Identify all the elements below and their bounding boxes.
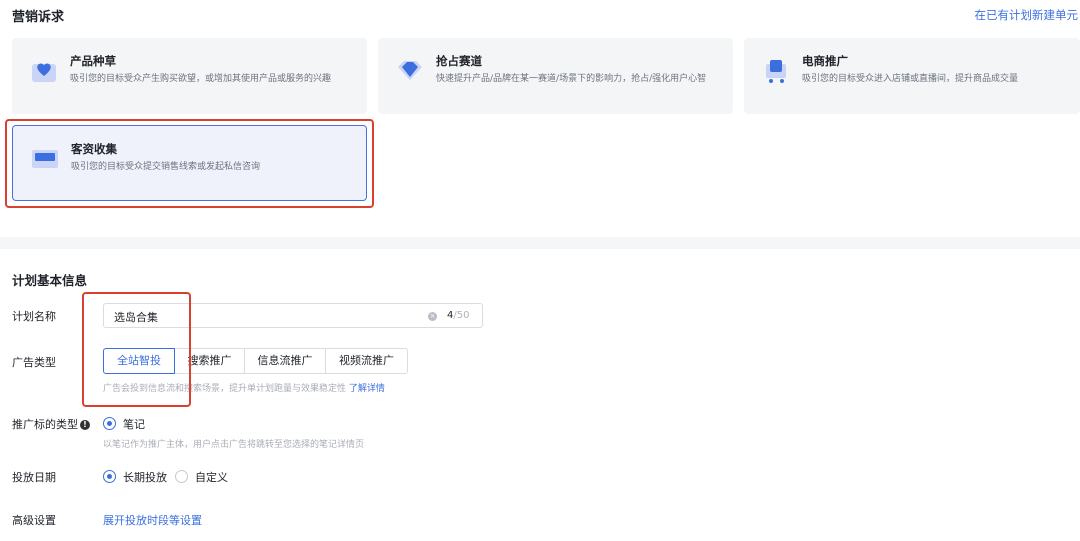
diamond-icon <box>398 61 422 80</box>
ad-type-feed[interactable]: 信息流推广 <box>244 348 326 374</box>
card-seize-track[interactable]: 抢占赛道 快速提升产品/品牌在某一赛道/场景下的影响力，抢占/强化用户心智 <box>378 38 733 114</box>
plan-section-title: 计划基本信息 <box>12 273 88 288</box>
plan-name-label: 计划名称 <box>12 310 56 323</box>
expand-advanced-link[interactable]: 展开投放时段等设置 <box>103 512 202 528</box>
marketing-section: 营销诉求 在已有计划新建单元 产品种草 吸引您的目标受众产生购买欲望，或增加其使… <box>0 0 1080 237</box>
shopping-cart-icon <box>766 60 786 83</box>
card-desc: 吸引您的目标受众产生购买欲望，或增加其使用产品或服务的兴趣 <box>70 74 332 84</box>
card-title: 产品种草 <box>70 54 116 68</box>
radio-custom[interactable] <box>175 470 188 483</box>
ad-type-smart[interactable]: 全站智投 <box>103 348 175 374</box>
highlight-box <box>5 119 374 208</box>
advanced-label: 高级设置 <box>12 514 56 527</box>
delivery-date-label: 投放日期 <box>12 471 56 484</box>
learn-more-link[interactable]: 了解详情 <box>349 384 385 394</box>
card-product-seeding[interactable]: 产品种草 吸引您的目标受众产生购买欲望，或增加其使用产品或服务的兴趣 <box>12 38 367 114</box>
heart-box-icon <box>32 63 56 82</box>
new-unit-link[interactable]: 在已有计划新建单元 <box>975 7 1079 23</box>
radio-custom-label: 自定义 <box>195 471 228 484</box>
card-desc: 吸引您的目标受众进入店铺或直播间，提升商品成交量 <box>802 74 1019 84</box>
marketing-title: 营销诉求 <box>12 10 65 25</box>
card-title: 抢占赛道 <box>436 54 482 68</box>
radio-long-term[interactable] <box>103 470 116 483</box>
card-title: 电商推广 <box>802 54 848 68</box>
card-desc: 快速提升产品/品牌在某一赛道/场景下的影响力，抢占/强化用户心智 <box>436 74 707 84</box>
radio-long-term-label: 长期投放 <box>123 471 167 484</box>
section-divider <box>0 237 1080 249</box>
ad-type-label: 广告类型 <box>12 356 56 369</box>
radio-note[interactable] <box>103 417 116 430</box>
info-icon[interactable]: ! <box>80 420 90 430</box>
target-type-label: 推广标的类型! <box>12 416 90 432</box>
card-ecommerce[interactable]: 电商推广 吸引您的目标受众进入店铺或直播间，提升商品成交量 <box>744 38 1080 114</box>
target-type-hint: 以笔记作为推广主体，用户点击广告将跳转至您选择的笔记详情页 <box>103 440 365 450</box>
radio-note-label: 笔记 <box>123 418 145 431</box>
char-counter: 4/50 <box>447 310 470 321</box>
ad-type-video[interactable]: 视频流推广 <box>325 348 408 374</box>
clear-icon[interactable]: × <box>428 312 437 321</box>
